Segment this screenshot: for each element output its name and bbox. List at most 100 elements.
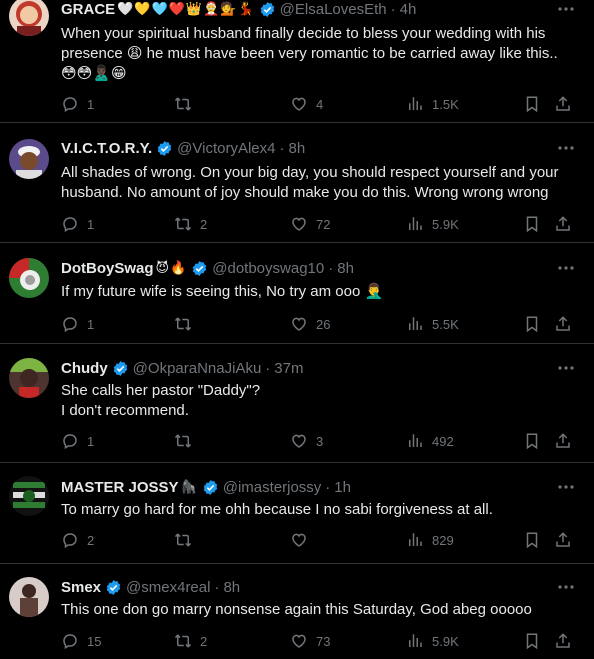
more-icon[interactable] — [556, 358, 576, 378]
bookmark-icon[interactable] — [523, 314, 541, 334]
more-icon[interactable] — [556, 477, 576, 497]
share-icon[interactable] — [554, 214, 572, 234]
reply-tweet[interactable]: V.I.C.T.O.R.Y. @VictoryAlex4 · 8h All sh… — [0, 123, 594, 243]
display-name[interactable]: V.I.C.T.O.R.Y. — [61, 140, 152, 157]
tweet-text: She calls her pastor "Daddy"? I don't re… — [61, 382, 261, 419]
more-icon[interactable] — [556, 138, 576, 158]
display-name[interactable]: Smex — [61, 579, 101, 596]
like-count: 4 — [316, 96, 324, 112]
retweet-button[interactable]: 2 — [174, 214, 207, 234]
like-count: 73 — [316, 633, 331, 649]
share-icon[interactable] — [554, 431, 572, 451]
separator-dot: · — [325, 478, 331, 496]
handle[interactable]: @VictoryAlex4 — [177, 140, 275, 157]
views-button[interactable]: 492 — [406, 431, 454, 451]
avatar[interactable] — [9, 139, 49, 179]
action-bar: 2 829 — [61, 530, 580, 550]
reply-button[interactable]: 1 — [61, 314, 94, 334]
separator-dot: · — [279, 139, 285, 157]
reply-count: 2 — [87, 532, 95, 548]
views-count: 492 — [432, 433, 454, 449]
separator-dot: · — [265, 359, 271, 377]
views-button[interactable]: 1.5K — [406, 94, 459, 114]
separator-dot: · — [390, 0, 396, 18]
timestamp[interactable]: 37m — [274, 360, 303, 377]
timestamp[interactable]: 8h — [288, 140, 305, 157]
display-name[interactable]: Chudy — [61, 360, 108, 377]
timestamp[interactable]: 8h — [337, 260, 354, 277]
reply-tweet[interactable]: Chudy @OkparaNnaJiAku · 37m She calls he… — [0, 344, 594, 463]
like-button[interactable] — [290, 530, 316, 550]
verified-icon — [202, 479, 219, 496]
verified-icon — [112, 360, 129, 377]
bookmark-icon[interactable] — [523, 631, 541, 651]
views-count: 5.5K — [432, 316, 459, 332]
name-emojis: 🤍💛🩵❤️👑🤶💁💃 — [117, 1, 255, 17]
share-icon[interactable] — [554, 314, 572, 334]
verified-icon — [105, 579, 122, 596]
reply-feed: GRACE 🤍💛🩵❤️👑🤶💁💃 @ElsaLovesEth · 4h When … — [0, 0, 594, 659]
reply-button[interactable]: 1 — [61, 431, 94, 451]
bookmark-icon[interactable] — [523, 431, 541, 451]
retweet-button[interactable] — [174, 530, 200, 550]
views-button[interactable]: 829 — [406, 530, 454, 550]
views-button[interactable]: 5.5K — [406, 314, 459, 334]
more-icon[interactable] — [556, 577, 576, 597]
like-button[interactable]: 3 — [290, 431, 323, 451]
retweet-button[interactable] — [174, 94, 200, 114]
reply-tweet[interactable]: Smex @smex4real · 8h This one don go mar… — [0, 564, 594, 659]
share-icon[interactable] — [554, 631, 572, 651]
like-button[interactable]: 73 — [290, 631, 330, 651]
timestamp[interactable]: 1h — [334, 479, 351, 496]
action-bar: 1 3 492 — [61, 431, 580, 451]
reply-button[interactable]: 15 — [61, 631, 101, 651]
like-count: 26 — [316, 316, 331, 332]
like-count: 72 — [316, 216, 331, 232]
reply-count: 15 — [87, 633, 102, 649]
views-count: 5.9K — [432, 633, 459, 649]
retweet-button[interactable]: 2 — [174, 631, 207, 651]
handle[interactable]: @ElsaLovesEth — [280, 1, 387, 18]
reply-tweet[interactable]: DotBoySwag 😈🔥 @dotboyswag10 · 8h If my f… — [0, 243, 594, 344]
avatar[interactable] — [9, 476, 49, 516]
like-button[interactable]: 26 — [290, 314, 330, 334]
views-button[interactable]: 5.9K — [406, 214, 459, 234]
share-icon[interactable] — [554, 94, 572, 114]
verified-icon — [191, 260, 208, 277]
share-icon[interactable] — [554, 530, 572, 550]
retweet-count: 2 — [200, 633, 208, 649]
retweet-button[interactable] — [174, 431, 200, 451]
name-emojis: 🦍 — [180, 479, 198, 495]
reply-button[interactable]: 2 — [61, 530, 94, 550]
avatar[interactable] — [9, 0, 49, 36]
action-bar: 1 2 72 5.9K — [61, 214, 580, 234]
timestamp[interactable]: 8h — [223, 579, 240, 596]
like-button[interactable]: 72 — [290, 214, 330, 234]
like-button[interactable]: 4 — [290, 94, 323, 114]
avatar[interactable] — [9, 358, 49, 398]
reply-tweet[interactable]: MASTER JOSSY 🦍 @imasterjossy · 1h To mar… — [0, 463, 594, 564]
retweet-button[interactable] — [174, 314, 200, 334]
reply-button[interactable]: 1 — [61, 94, 94, 114]
timestamp[interactable]: 4h — [400, 1, 417, 18]
handle[interactable]: @smex4real — [126, 579, 210, 596]
display-name[interactable]: GRACE — [61, 1, 115, 18]
avatar[interactable] — [9, 577, 49, 617]
reply-tweet[interactable]: GRACE 🤍💛🩵❤️👑🤶💁💃 @ElsaLovesEth · 4h When … — [0, 0, 594, 123]
tweet-text: To marry go hard for me ohh because I no… — [61, 501, 493, 518]
avatar[interactable] — [9, 258, 49, 298]
display-name[interactable]: DotBoySwag — [61, 260, 154, 277]
display-name[interactable]: MASTER JOSSY — [61, 479, 179, 496]
views-button[interactable]: 5.9K — [406, 631, 459, 651]
more-icon[interactable] — [556, 258, 576, 278]
reply-count: 1 — [87, 216, 95, 232]
reply-button[interactable]: 1 — [61, 214, 94, 234]
views-count: 829 — [432, 532, 454, 548]
handle[interactable]: @OkparaNnaJiAku — [133, 360, 262, 377]
handle[interactable]: @imasterjossy — [223, 479, 322, 496]
bookmark-icon[interactable] — [523, 530, 541, 550]
handle[interactable]: @dotboyswag10 — [212, 260, 324, 277]
bookmark-icon[interactable] — [523, 94, 541, 114]
bookmark-icon[interactable] — [523, 214, 541, 234]
more-icon[interactable] — [556, 0, 576, 19]
